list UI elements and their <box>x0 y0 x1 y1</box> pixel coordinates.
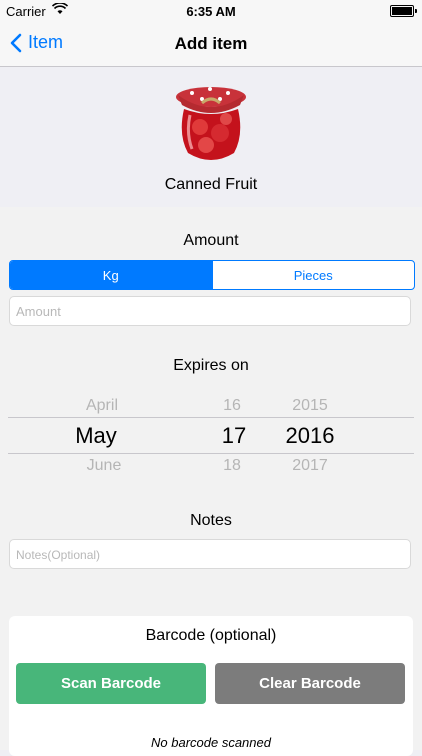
status-bar: Carrier 6:35 AM <box>0 0 422 22</box>
barcode-card: Barcode (optional) Scan Barcode Clear Ba… <box>9 616 413 756</box>
picker-month-prev[interactable]: April <box>60 397 144 415</box>
date-picker[interactable]: April May June 16 17 18 2015 2016 2017 <box>0 395 422 477</box>
barcode-heading: Barcode (optional) <box>145 627 277 644</box>
amount-heading: Amount <box>183 232 239 249</box>
picker-top-line <box>8 417 414 418</box>
notes-heading: Notes <box>190 512 232 529</box>
navigation-bar: Item Add item <box>0 22 422 67</box>
picker-day-prev[interactable]: 16 <box>212 397 252 415</box>
segment-kg[interactable]: Kg <box>10 261 212 289</box>
clear-barcode-button[interactable]: Clear Barcode <box>215 663 405 704</box>
item-header: Canned Fruit <box>0 67 422 207</box>
picker-day-next[interactable]: 18 <box>212 457 252 475</box>
page-title: Add item <box>174 34 248 53</box>
picker-month-selected[interactable]: May <box>54 423 138 449</box>
picker-year-prev[interactable]: 2015 <box>280 397 340 415</box>
picker-day-selected[interactable]: 17 <box>214 423 254 449</box>
barcode-status: No barcode scanned <box>151 735 271 750</box>
amount-input[interactable]: Amount <box>9 296 411 326</box>
segment-pieces[interactable]: Pieces <box>213 261 415 289</box>
picker-year-next[interactable]: 2017 <box>280 457 340 475</box>
expires-heading: Expires on <box>173 357 249 374</box>
status-time: 6:35 AM <box>186 4 236 19</box>
picker-bottom-line <box>8 453 414 454</box>
unit-segmented-control[interactable]: Kg Pieces <box>9 260 415 290</box>
scan-barcode-button[interactable]: Scan Barcode <box>16 663 206 704</box>
picker-month-next[interactable]: June <box>62 457 146 475</box>
jar-icon <box>176 87 246 160</box>
picker-year-selected[interactable]: 2016 <box>280 423 340 449</box>
notes-input[interactable]: Notes(Optional) <box>9 539 411 569</box>
item-name: Canned Fruit <box>164 176 258 193</box>
battery-icon <box>390 5 417 17</box>
